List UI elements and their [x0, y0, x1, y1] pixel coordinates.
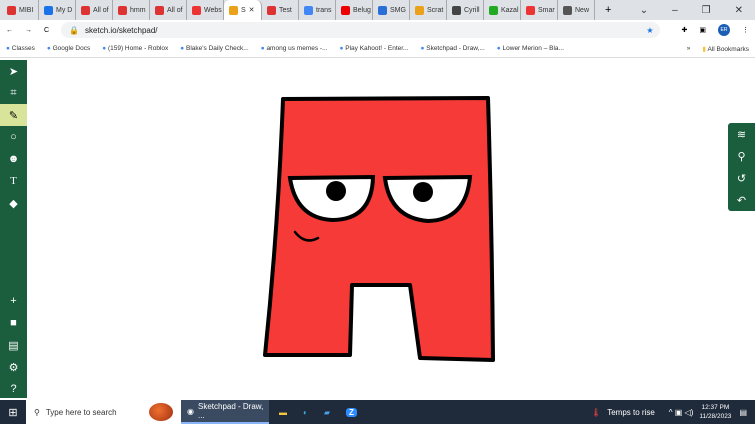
search-highlight-image: [149, 403, 173, 421]
weather-text[interactable]: Temps to rise: [607, 408, 655, 417]
taskbar-app-label: Sketchpad - Draw, ...: [197, 402, 264, 420]
taskbar: ⊞ ⚲ Type here to search ◉ Sketchpad - Draw…: [0, 400, 755, 424]
letter-a-character: [263, 96, 495, 362]
search-icon: ⚲: [34, 407, 40, 417]
store-icon[interactable]: ▰: [324, 408, 330, 417]
thermometer-icon: 🌡: [591, 407, 602, 417]
time: 12:37 PM: [701, 404, 730, 411]
tray-icons[interactable]: ^ ▣ ◁): [669, 408, 694, 417]
drawing-canvas[interactable]: [0, 0, 755, 424]
left-pupil: [326, 181, 346, 201]
chrome-icon: ◉: [187, 406, 194, 416]
notification-icon[interactable]: ▤: [739, 408, 747, 417]
right-pupil: [413, 182, 433, 202]
date: 11/28/2023: [699, 413, 732, 420]
file-explorer-icon[interactable]: ▬: [279, 408, 287, 417]
taskbar-chrome-app[interactable]: ◉ Sketchpad - Draw, ...: [181, 400, 269, 424]
clock[interactable]: 12:37 PM 11/28/2023: [699, 403, 731, 421]
search-placeholder: Type here to search: [45, 407, 117, 417]
edge-icon[interactable]: ◐: [303, 408, 308, 417]
taskbar-search[interactable]: ⚲ Type here to search: [26, 400, 181, 424]
start-icon[interactable]: ⊞: [0, 406, 26, 419]
zoom-app-icon[interactable]: Z: [346, 407, 357, 417]
